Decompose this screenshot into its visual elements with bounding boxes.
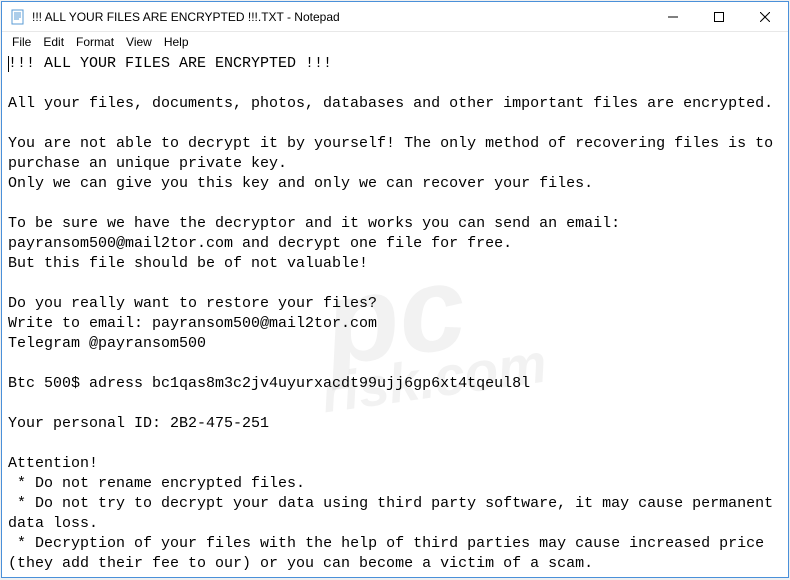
titlebar[interactable]: !!! ALL YOUR FILES ARE ENCRYPTED !!!.TXT… (2, 2, 788, 32)
menu-edit[interactable]: Edit (37, 33, 70, 51)
menubar: File Edit Format View Help (2, 32, 788, 52)
window-controls (650, 2, 788, 31)
text-area[interactable]: !!! ALL YOUR FILES ARE ENCRYPTED !!! All… (2, 52, 788, 577)
close-button[interactable] (742, 2, 788, 31)
menu-view[interactable]: View (120, 33, 158, 51)
maximize-button[interactable] (696, 2, 742, 31)
menu-file[interactable]: File (6, 33, 37, 51)
minimize-button[interactable] (650, 2, 696, 31)
notepad-icon (10, 9, 26, 25)
menu-help[interactable]: Help (158, 33, 195, 51)
document-text: !!! ALL YOUR FILES ARE ENCRYPTED !!! All… (8, 55, 782, 572)
window-title: !!! ALL YOUR FILES ARE ENCRYPTED !!!.TXT… (32, 10, 650, 24)
notepad-window: !!! ALL YOUR FILES ARE ENCRYPTED !!!.TXT… (1, 1, 789, 578)
menu-format[interactable]: Format (70, 33, 120, 51)
